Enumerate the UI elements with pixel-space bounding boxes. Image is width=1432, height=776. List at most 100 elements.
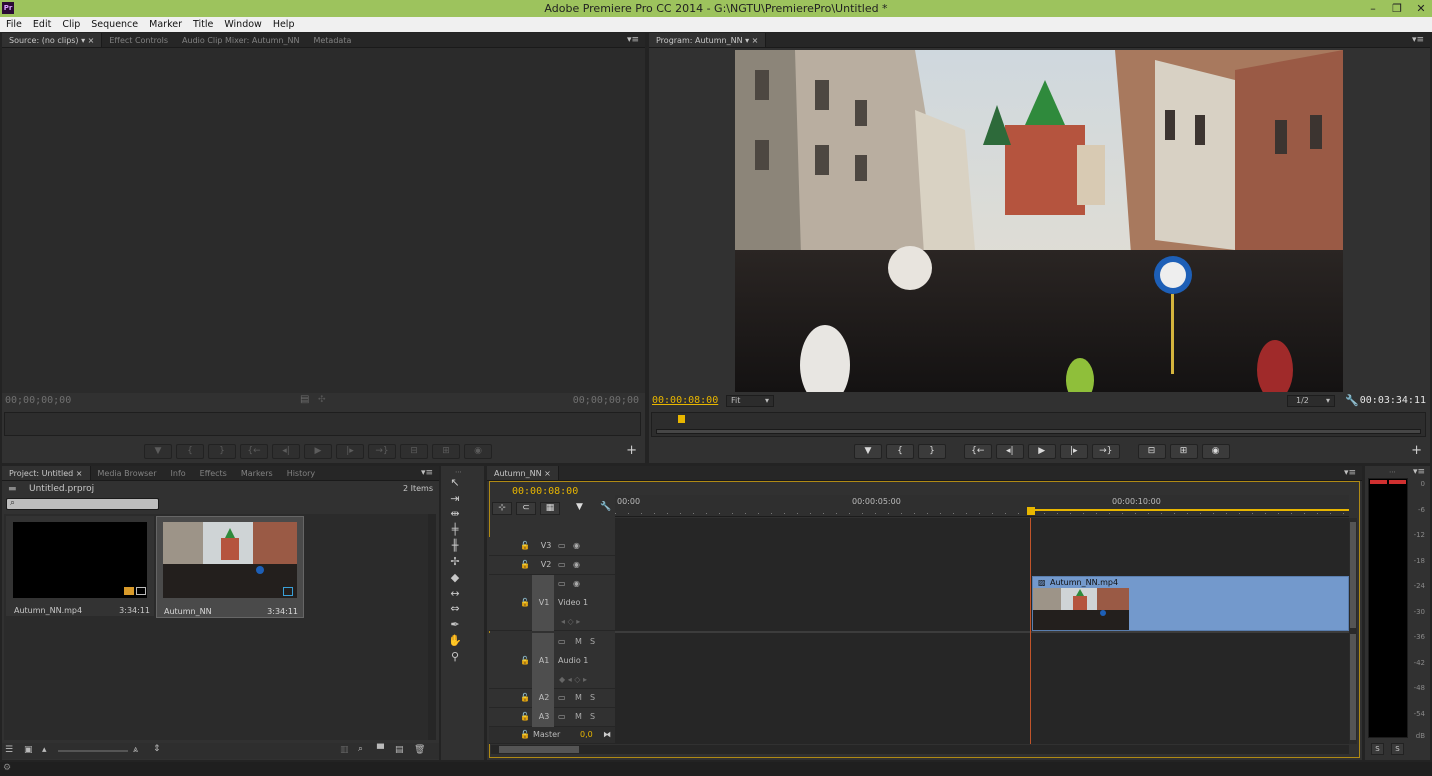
menu-file[interactable]: File: [0, 17, 27, 32]
menu-clip[interactable]: Clip: [56, 17, 85, 32]
snap-icon[interactable]: ⊂: [516, 502, 536, 515]
go-to-end-icon[interactable]: ⧓: [603, 730, 611, 739]
source-time-ruler[interactable]: [4, 412, 641, 436]
lock-icon[interactable]: 🔓: [520, 730, 530, 739]
solo-left-button[interactable]: S: [1371, 743, 1384, 755]
lock-icon[interactable]: 🔓: [520, 560, 530, 569]
program-video-frame[interactable]: [735, 50, 1343, 392]
track-label-a2[interactable]: A2: [534, 693, 554, 702]
eye-icon[interactable]: ◉: [573, 560, 580, 569]
mark-in-button[interactable]: {: [176, 444, 204, 459]
master-volume-value[interactable]: 0,0: [580, 730, 593, 739]
selection-tool-icon[interactable]: ↖: [448, 476, 462, 490]
mute-toggle[interactable]: M: [575, 693, 582, 702]
timeline-horizontal-scrollbar[interactable]: [491, 745, 1349, 754]
menu-title[interactable]: Title: [187, 17, 218, 32]
menu-help[interactable]: Help: [267, 17, 300, 32]
lock-icon[interactable]: 🔓: [520, 656, 530, 665]
scroll-thumb-video[interactable]: [1350, 522, 1356, 628]
mark-out-button[interactable]: }: [918, 444, 946, 459]
new-bin-icon[interactable]: ▀: [377, 745, 384, 755]
tab-source[interactable]: Source: (no clips) ▾ ×: [2, 33, 103, 47]
lift-button[interactable]: ⊟: [1137, 444, 1166, 459]
toggle-sync-lock-icon[interactable]: ▭: [558, 712, 566, 721]
add-marker-icon[interactable]: ▼: [576, 502, 583, 512]
mark-in-button[interactable]: {: [886, 444, 914, 459]
panel-menu-icon[interactable]: ▾≡: [1413, 467, 1425, 477]
work-area-bar[interactable]: [1028, 509, 1349, 511]
go-to-in-button[interactable]: {←: [963, 444, 992, 459]
program-time-ruler[interactable]: [651, 412, 1426, 437]
tab-history[interactable]: History: [280, 466, 322, 480]
automate-to-sequence-icon[interactable]: ▥: [340, 745, 349, 755]
search-input[interactable]: ⌕: [6, 498, 159, 510]
timeline-settings-wrench-icon[interactable]: 🔧: [600, 502, 611, 512]
program-playhead-icon[interactable]: [678, 415, 685, 423]
play-button[interactable]: ▶: [1027, 444, 1056, 459]
project-scrollbar[interactable]: [428, 514, 436, 740]
add-marker-button[interactable]: ▼: [144, 444, 172, 459]
mute-toggle[interactable]: M: [575, 712, 582, 721]
track-label-v1[interactable]: V1: [534, 598, 554, 607]
tab-info[interactable]: Info: [164, 466, 193, 480]
eye-icon[interactable]: ◉: [573, 579, 580, 588]
minimize-button[interactable]: –: [1362, 0, 1384, 17]
slide-tool-icon[interactable]: ↔: [448, 587, 462, 601]
trash-icon[interactable]: 🗑: [414, 745, 425, 755]
clip-v1-autumn[interactable]: ▨ Autumn_NN.mp4: [1032, 576, 1349, 631]
settings-wrench-icon[interactable]: 🔧: [1345, 394, 1359, 407]
solo-toggle[interactable]: S: [590, 712, 595, 721]
drag-audio-icon[interactable]: ✣: [318, 395, 326, 405]
tab-markers[interactable]: Markers: [234, 466, 280, 480]
solo-toggle[interactable]: S: [590, 637, 595, 646]
timeline-timecode[interactable]: 00:00:08:00: [512, 486, 578, 497]
close-button[interactable]: ✕: [1410, 0, 1432, 17]
play-button[interactable]: ▶: [304, 444, 332, 459]
new-item-icon[interactable]: ▤: [395, 745, 404, 755]
zoom-tool-icon[interactable]: ⚲: [448, 650, 462, 664]
rolling-edit-tool-icon[interactable]: ╪: [448, 523, 462, 537]
slip-tool-icon[interactable]: ◆: [448, 571, 462, 585]
export-frame-button[interactable]: ◉: [464, 444, 492, 459]
menu-sequence[interactable]: Sequence: [85, 17, 143, 32]
keyframe-nav-icon[interactable]: ◂ ◇ ▸: [561, 617, 580, 626]
solo-toggle[interactable]: S: [590, 693, 595, 702]
linked-selection-icon[interactable]: ▦: [540, 502, 560, 515]
tab-audio-clip-mixer[interactable]: Audio Clip Mixer: Autumn_NN: [175, 33, 306, 47]
tab-metadata[interactable]: Metadata: [306, 33, 358, 47]
menu-window[interactable]: Window: [218, 17, 266, 32]
track-label-v2[interactable]: V2: [536, 560, 556, 569]
toggle-sync-lock-icon[interactable]: ▭: [558, 541, 566, 550]
toggle-sync-lock-icon[interactable]: ▭: [558, 560, 566, 569]
button-editor-plus-icon[interactable]: +: [626, 443, 637, 458]
step-forward-button[interactable]: |▸: [1059, 444, 1088, 459]
toggle-sync-lock-icon[interactable]: ▭: [558, 637, 566, 646]
mark-out-button[interactable]: }: [208, 444, 236, 459]
scroll-thumb-audio[interactable]: [1350, 634, 1356, 740]
overwrite-button[interactable]: ⊞: [432, 444, 460, 459]
go-to-out-button[interactable]: →}: [368, 444, 396, 459]
timeline-vertical-scrollbar[interactable]: [1349, 518, 1357, 744]
extract-button[interactable]: ⊞: [1169, 444, 1198, 459]
zoom-out-icon[interactable]: ▴: [42, 745, 47, 755]
panel-menu-icon[interactable]: ▾≡: [1344, 466, 1356, 481]
step-back-button[interactable]: ◂|: [272, 444, 300, 459]
razor-tool-icon[interactable]: ✢: [448, 555, 462, 569]
restore-button[interactable]: ❐: [1386, 0, 1408, 17]
lock-icon[interactable]: 🔓: [520, 598, 530, 607]
lock-icon[interactable]: 🔓: [520, 541, 530, 550]
source-viewer[interactable]: [2, 48, 645, 393]
playhead-line[interactable]: [1030, 518, 1031, 744]
tab-effect-controls[interactable]: Effect Controls: [102, 33, 175, 47]
list-item[interactable]: Autumn_NN 3:34:11: [156, 516, 304, 618]
track-name-audio-1[interactable]: Audio 1: [558, 656, 588, 665]
export-frame-button[interactable]: ◉: [1201, 444, 1230, 459]
sort-icons-icon[interactable]: ⇕: [153, 744, 161, 754]
list-view-icon[interactable]: ☰: [5, 745, 13, 755]
source-timecode-in[interactable]: 00;00;00;00: [5, 395, 71, 406]
step-back-button[interactable]: ◂|: [995, 444, 1024, 459]
rate-tool-icon[interactable]: ⇔: [448, 602, 462, 616]
pen-tool-icon[interactable]: ✒: [448, 618, 462, 632]
timeline-playhead-icon[interactable]: [1027, 507, 1035, 515]
panel-menu-icon[interactable]: ▾≡: [627, 33, 639, 48]
